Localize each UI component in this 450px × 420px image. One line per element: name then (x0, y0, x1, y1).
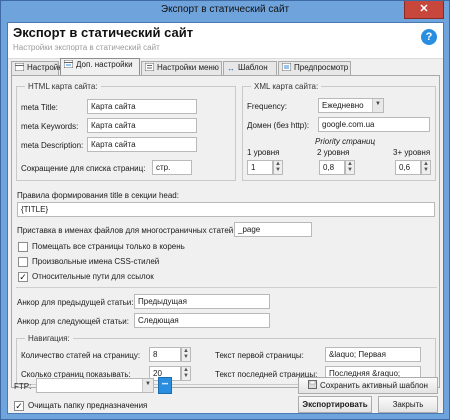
clear-folder-label: Очищать папку предназначения (28, 401, 148, 410)
priority-level3-label: 3+ уровня (393, 148, 431, 157)
tab-menu-settings[interactable]: Настройки меню (141, 61, 222, 75)
save-icon (308, 380, 317, 389)
dialog-subheading: Настройки экспорта в статический сайт (13, 43, 160, 52)
chevron-down-icon[interactable]: ▼ (142, 379, 153, 392)
help-icon[interactable]: ? (421, 29, 437, 45)
settings-icon (15, 63, 24, 71)
save-template-label: Сохранить активный шаблон (320, 381, 428, 390)
domain-label: Домен (без http): (247, 121, 310, 130)
priority-label: Priority страниц (315, 137, 376, 146)
prev-anchor-label: Анкор для предыдущей статьи: (17, 298, 134, 307)
priority-level3-input[interactable]: 0,6 (395, 160, 421, 175)
tab-label: Шаблон (238, 63, 268, 72)
preview-icon (282, 63, 291, 71)
close-button[interactable]: Закрыть (378, 396, 438, 413)
tab-preview[interactable]: Предпросмотр (278, 61, 351, 75)
xml-sitemap-group: XML карта сайта: Frequency: Ежедневно ▼ … (242, 82, 436, 181)
priority-level2-stepper[interactable]: ▲ ▼ (345, 160, 355, 175)
tab-label: Доп. настройки (76, 60, 133, 69)
spin-down-icon[interactable]: ▼ (183, 373, 189, 379)
meta-description-label: meta Description: (21, 141, 84, 150)
tab-settings[interactable]: Настройки (11, 61, 66, 75)
relative-paths-label: Относительные пути для ссылок (32, 272, 154, 281)
pages-shown-stepper[interactable]: ▲ ▼ (181, 366, 191, 381)
dialog-heading: Экспорт в статический сайт (13, 25, 194, 40)
domain-input[interactable]: google.com.ua (318, 117, 430, 132)
tab-template[interactable]: ↔ Шаблон (223, 61, 277, 75)
meta-keywords-input[interactable]: Карта сайта (87, 118, 197, 133)
tab-label: Предпросмотр (294, 63, 349, 72)
file-suffix-input[interactable]: _page (234, 222, 312, 237)
divider (16, 287, 437, 288)
advanced-settings-icon (64, 60, 73, 68)
articles-per-page-input[interactable]: 8 (149, 347, 181, 362)
priority-level1-input[interactable]: 1 (247, 160, 273, 175)
frequency-value: Ежедневно (322, 101, 364, 110)
spin-down-icon[interactable]: ▼ (275, 167, 281, 173)
custom-css-checkbox[interactable] (18, 257, 28, 267)
root-pages-checkbox[interactable] (18, 242, 28, 252)
page-list-input[interactable]: стр. (152, 160, 192, 175)
save-template-button[interactable]: Сохранить активный шаблон (298, 377, 438, 394)
meta-title-input[interactable]: Карта сайта (87, 99, 197, 114)
app-window: Экспорт в статический сайт ✕ Экспорт в с… (0, 0, 450, 420)
dialog-client: Экспорт в статический сайт Настройки экс… (7, 22, 444, 414)
page-list-label: Сокращение для списка страниц: (21, 164, 146, 173)
priority-level2-input[interactable]: 0,8 (319, 160, 345, 175)
priority-level3-stepper[interactable]: ▲ ▼ (421, 160, 431, 175)
custom-css-label: Произвольные имена CSS-стилей (32, 257, 160, 266)
clear-folder-checkbox[interactable]: ✓ (14, 401, 24, 411)
group-title: Навигация: (25, 334, 73, 343)
articles-per-page-stepper[interactable]: ▲ ▼ (181, 347, 191, 362)
title-rule-input[interactable]: {TITLE} (17, 202, 435, 217)
tab-advanced-settings[interactable]: Доп. настройки (60, 58, 140, 75)
priority-level2-label: 2 уровня (317, 148, 350, 157)
next-anchor-label: Анкор для следующей статьи: (17, 317, 129, 326)
meta-title-label: meta Title: (21, 103, 58, 112)
ftp-settings-button[interactable]: ••• (158, 377, 172, 394)
root-pages-label: Помещать все страницы только в корень (32, 242, 185, 251)
ftp-select[interactable]: ▼ (36, 378, 154, 393)
tab-panel-advanced: HTML карта сайта: meta Title: Карта сайт… (11, 75, 440, 388)
frequency-select[interactable]: Ежедневно ▼ (318, 98, 384, 113)
dialog-header: Экспорт в статический сайт Настройки экс… (8, 23, 443, 59)
spin-down-icon[interactable]: ▼ (423, 167, 429, 173)
articles-per-page-label: Количество статей на страницу: (21, 351, 141, 360)
file-suffix-label: Приставка в именах файлов для многостран… (17, 226, 236, 235)
meta-keywords-label: meta Keywords: (21, 122, 79, 131)
window-title: Экспорт в статический сайт (160, 4, 290, 15)
export-button[interactable]: Экспортировать (298, 396, 372, 413)
window-close-button[interactable]: ✕ (404, 1, 444, 19)
menu-icon (145, 63, 154, 71)
meta-description-input[interactable]: Карта сайта (87, 137, 197, 152)
title-rule-label: Правила формирования title в секции head… (17, 191, 179, 200)
relative-paths-checkbox[interactable]: ✓ (18, 272, 28, 282)
first-page-text-label: Текст первой страницы: (215, 351, 304, 360)
priority-level1-label: 1 уровня (247, 148, 280, 157)
frequency-label: Frequency: (247, 102, 288, 111)
chevron-down-icon[interactable]: ▼ (372, 99, 383, 112)
prev-anchor-input[interactable]: Предыдущая (134, 294, 270, 309)
spin-down-icon[interactable]: ▼ (183, 354, 189, 360)
spin-down-icon[interactable]: ▼ (347, 167, 353, 173)
group-title: HTML карта сайта: (25, 82, 101, 91)
template-icon: ↔ (227, 64, 235, 73)
group-title: XML карта сайта: (251, 82, 322, 91)
first-page-text-input[interactable]: &laquo; Первая (325, 347, 421, 362)
ftp-label: FTP: (14, 382, 32, 391)
title-bar[interactable]: Экспорт в статический сайт ✕ (1, 1, 449, 22)
priority-level1-stepper[interactable]: ▲ ▼ (273, 160, 283, 175)
html-sitemap-group: HTML карта сайта: meta Title: Карта сайт… (16, 82, 236, 181)
next-anchor-input[interactable]: Следющая (134, 313, 270, 328)
tab-label: Настройки меню (157, 63, 219, 72)
